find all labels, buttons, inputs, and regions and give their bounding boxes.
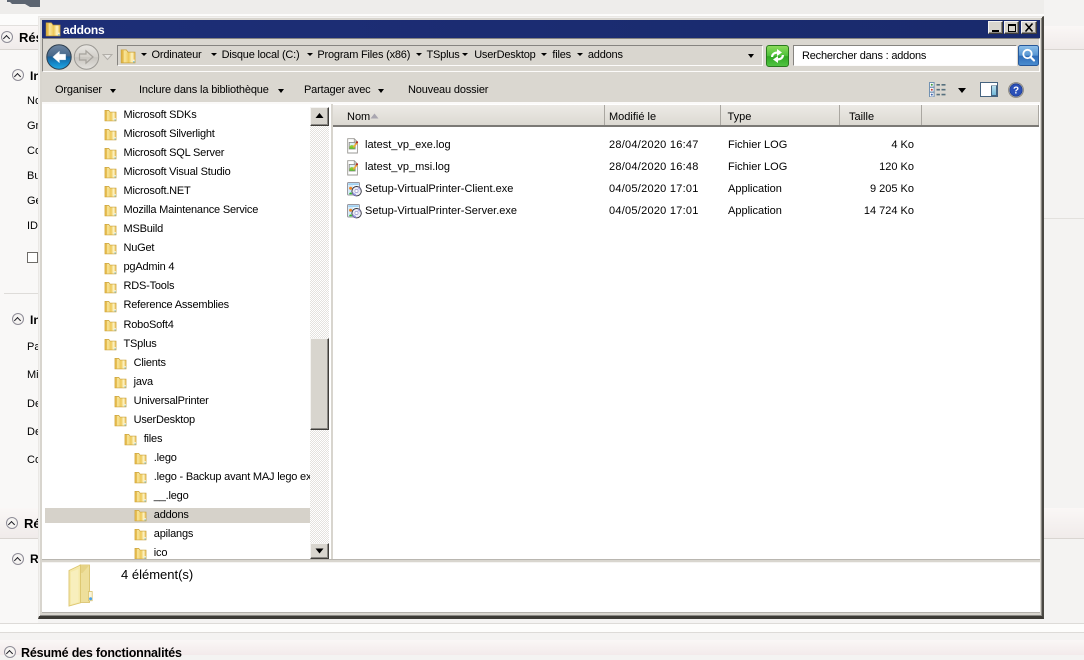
- svg-text:?: ?: [1013, 86, 1019, 97]
